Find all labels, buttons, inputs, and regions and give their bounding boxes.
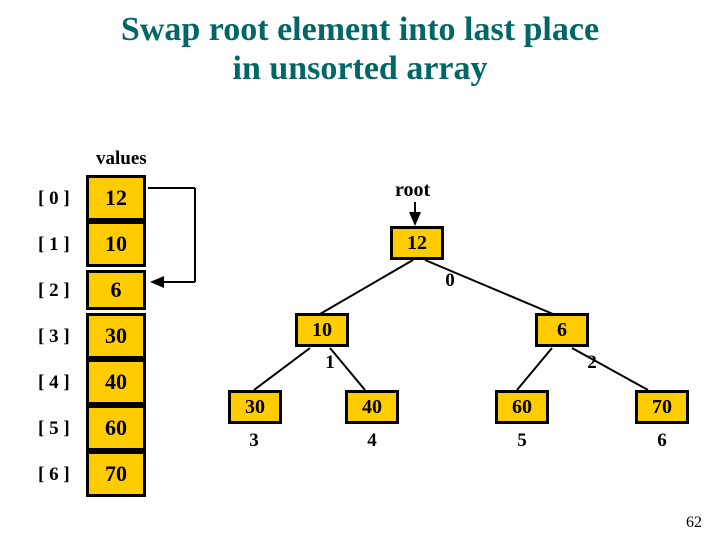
array-cell: 30 [86,313,146,359]
array-cell: 10 [86,221,146,267]
array-cell: 70 [86,451,146,497]
array-row: [ 6 ] 70 [38,452,146,498]
array-index: [ 2 ] [38,280,86,302]
tree-node: 30 [228,390,282,424]
array-cell: 40 [86,359,146,405]
tree-node-index: 4 [352,430,392,452]
tree-node-index: 5 [502,430,542,452]
array-index: [ 5 ] [38,418,86,440]
tree-node-index: 1 [310,352,350,374]
array-index: [ 3 ] [38,326,86,348]
tree-node-index: 3 [234,430,274,452]
tree-node-index: 2 [572,352,612,374]
tree-node: 40 [345,390,399,424]
array-row: [ 2 ] 6 [38,268,146,314]
tree-node: 6 [535,313,589,347]
tree-node: 60 [495,390,549,424]
array-cell: 12 [86,175,146,221]
array-row: [ 4 ] 40 [38,360,146,406]
values-label: values [96,148,147,170]
slide-title: Swap root element into last place in uns… [0,0,720,88]
array-index: [ 1 ] [38,234,86,256]
tree-node-index: 6 [642,430,682,452]
heap-tree: 12 0 10 1 6 2 30 3 40 4 60 5 70 6 [170,200,710,480]
array-index: [ 6 ] [38,464,86,486]
array-cell: 60 [86,405,146,451]
root-label: root [395,179,430,202]
tree-node: 70 [635,390,689,424]
array-index: [ 0 ] [38,188,86,210]
title-line2: in unsorted array [233,50,488,87]
tree-node: 12 [390,226,444,260]
array-row: [ 0 ] 12 [38,176,146,222]
array-index: [ 4 ] [38,372,86,394]
array-row: [ 5 ] 60 [38,406,146,452]
array-row: [ 3 ] 30 [38,314,146,360]
tree-node-index: 0 [430,270,470,292]
array-row: [ 1 ] 10 [38,222,146,268]
array-cell: 6 [86,270,146,310]
title-line1: Swap root element into last place [121,11,599,48]
array-table: [ 0 ] 12 [ 1 ] 10 [ 2 ] 6 [ 3 ] 30 [ 4 ]… [38,176,146,498]
page-number: 62 [686,514,702,532]
tree-node: 10 [295,313,349,347]
